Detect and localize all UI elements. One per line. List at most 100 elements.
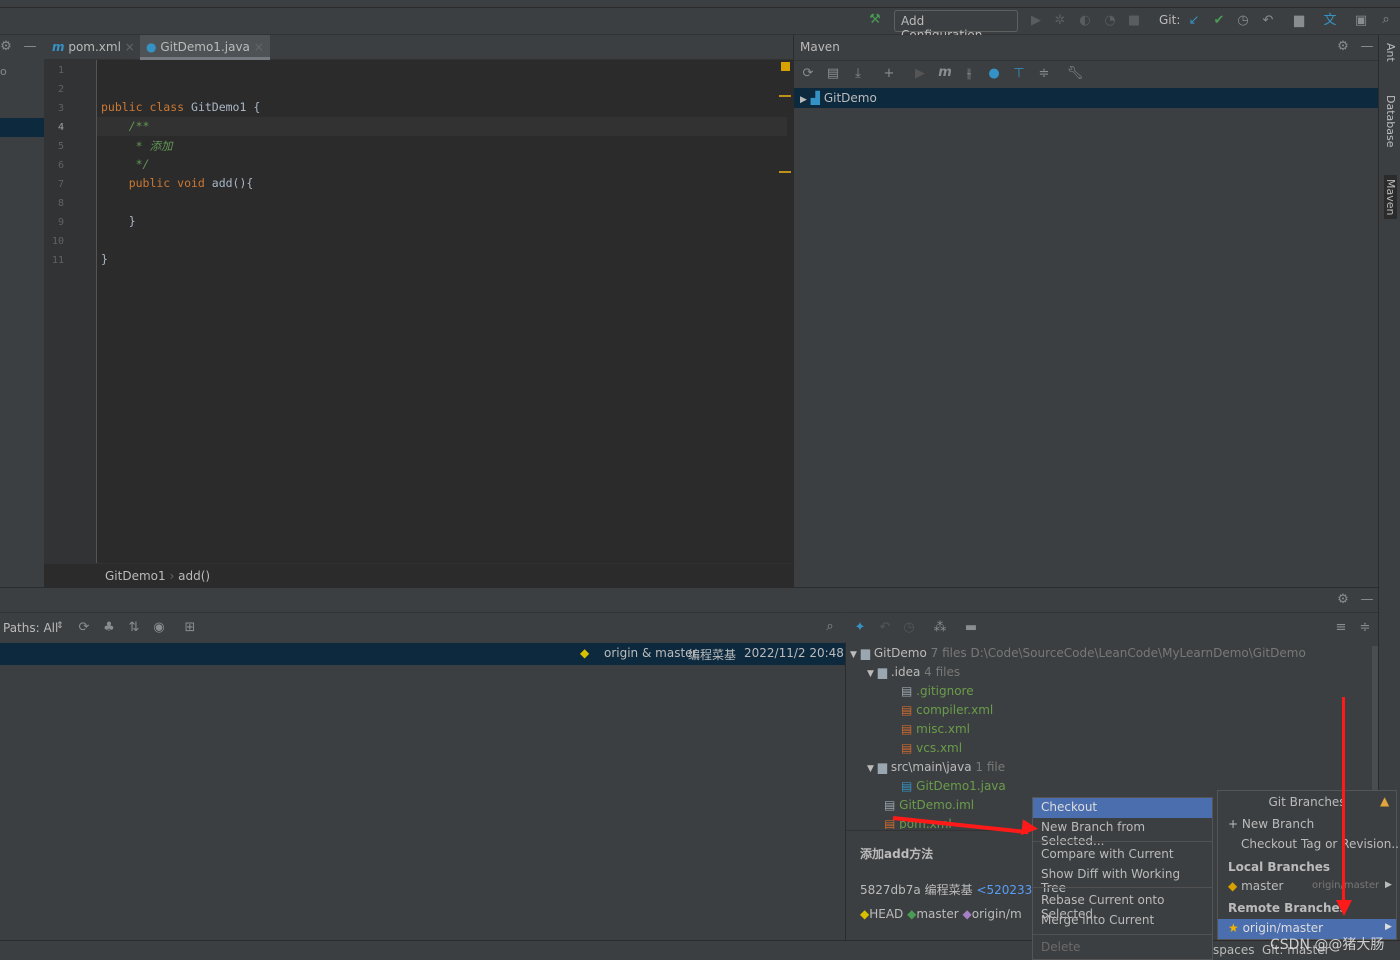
show-dependencies-icon[interactable]: ⊤: [1010, 66, 1028, 82]
menu-item-rebase[interactable]: Rebase Current onto Selected: [1033, 891, 1212, 921]
cherry-pick-icon[interactable]: ♣: [100, 620, 118, 636]
preview-icon[interactable]: ▬: [962, 620, 980, 636]
gear-icon[interactable]: ⚙: [1334, 39, 1352, 55]
expand-arrow-icon[interactable]: ▶: [800, 95, 807, 105]
line-number: 9: [57, 217, 64, 228]
annotation-arrow: [1342, 697, 1345, 902]
git-update-icon[interactable]: ↙: [1185, 13, 1203, 29]
close-icon[interactable]: ×: [254, 40, 264, 54]
tab-pom-xml[interactable]: m pom.xml ×: [46, 35, 141, 60]
download-icon[interactable]: ⤓: [849, 66, 867, 82]
breadcrumb: GitDemo1 › add(): [44, 563, 793, 587]
collapse-all-icon[interactable]: ≑: [1035, 66, 1053, 82]
error-stripe-mark[interactable]: [779, 95, 791, 97]
project-selected-row[interactable]: [0, 118, 44, 137]
paths-filter[interactable]: Paths: All: [3, 621, 58, 635]
rollback-icon[interactable]: ↶: [1259, 13, 1277, 29]
skip-tests-icon[interactable]: ⫳: [960, 66, 978, 82]
refresh-icon[interactable]: ⟳: [75, 620, 93, 636]
warning-icon[interactable]: ▲: [1380, 794, 1389, 808]
tree-file[interactable]: ▤ GitDemo.iml: [884, 798, 974, 812]
xml-file-icon: ▤: [901, 722, 913, 736]
checkout-tag-item[interactable]: Checkout Tag or Revision...: [1218, 835, 1400, 855]
local-branch-master[interactable]: ◆ master origin/master ▶: [1218, 877, 1396, 897]
search-icon[interactable]: ⌕: [821, 619, 839, 635]
tree-file[interactable]: ▤ vcs.xml: [901, 741, 962, 755]
git-log-area[interactable]: [0, 665, 845, 940]
new-tab-icon[interactable]: ⊞: [181, 620, 199, 636]
scrollbar[interactable]: [1372, 646, 1378, 796]
tree-file[interactable]: ▤ compiler.xml: [901, 703, 993, 717]
tool-window-database[interactable]: Database: [1384, 95, 1397, 148]
tag-icon: ◆: [962, 907, 972, 921]
menu-item-show-diff[interactable]: Show Diff with Working Tree: [1033, 865, 1212, 895]
maven-goal-icon[interactable]: m: [936, 65, 954, 81]
minimize-icon[interactable]: —: [1358, 39, 1376, 55]
java-class-icon: ●: [146, 40, 157, 54]
tree-folder[interactable]: ▼ ▆ .idea 4 files: [867, 665, 960, 679]
warning-marker-icon[interactable]: [781, 62, 790, 71]
line-number: 3: [57, 103, 64, 114]
tab-gitdemo1-java[interactable]: ● GitDemo1.java ×: [140, 35, 270, 60]
tab-label: pom.xml: [68, 40, 121, 54]
gear-icon[interactable]: ⚙: [1334, 592, 1352, 608]
build-hammer-icon[interactable]: ⚒: [866, 12, 884, 28]
sort-icon[interactable]: ⇅: [125, 620, 143, 636]
add-icon[interactable]: +: [880, 66, 898, 82]
commit-row[interactable]: ◆ origin & master 编程菜基 2022/11/2 20:48: [0, 643, 845, 665]
coverage-icon[interactable]: ◐: [1076, 13, 1094, 29]
add-configuration-button[interactable]: Add Configuration...: [894, 10, 1018, 42]
history-icon[interactable]: ◷: [900, 620, 918, 636]
translate-icon[interactable]: 文: [1321, 13, 1339, 29]
new-branch-item[interactable]: + New Branch: [1218, 815, 1396, 835]
presentation-icon[interactable]: ▣: [1352, 13, 1370, 29]
collapse-all-icon[interactable]: ≑: [1356, 620, 1374, 636]
tree-folder[interactable]: ▼ ▆ src\main\java 1 file: [867, 760, 1005, 774]
close-icon[interactable]: ×: [125, 40, 135, 54]
tool-window-ant[interactable]: Ant: [1384, 43, 1397, 62]
tree-file[interactable]: ▤ .gitignore: [901, 684, 974, 698]
submenu-arrow-icon: ▶: [1385, 922, 1392, 932]
settings-wrench-icon[interactable]: 🔧︎: [1066, 66, 1084, 82]
breadcrumb-item[interactable]: add(): [178, 569, 210, 583]
tree-file[interactable]: ▤ GitDemo1.java: [901, 779, 1006, 793]
commit-details: 添加add方法 5827db7a 编程菜基 <5202330+ ◆HEAD ◆m…: [845, 830, 1050, 940]
profile-icon[interactable]: ◔: [1101, 13, 1119, 29]
menu-item-compare[interactable]: Compare with Current: [1033, 845, 1212, 865]
line-number: 1: [57, 65, 64, 76]
line-number: 5: [57, 141, 64, 152]
search-icon[interactable]: ⌕: [1377, 12, 1395, 28]
generate-sources-icon[interactable]: ▤: [824, 66, 842, 82]
group-by-icon[interactable]: ⁂: [931, 620, 949, 636]
menu-item-new-branch[interactable]: New Branch from Selected...: [1033, 818, 1212, 848]
error-stripe-mark[interactable]: [779, 171, 791, 173]
minimize-icon[interactable]: —: [1358, 592, 1376, 608]
indent-status[interactable]: spaces: [1213, 943, 1254, 957]
project-structure-icon[interactable]: ▆: [1290, 13, 1308, 29]
minimize-icon[interactable]: —: [21, 39, 39, 55]
code-line: * 添加: [101, 139, 173, 153]
history-icon[interactable]: ◷: [1234, 13, 1252, 29]
tool-window-maven[interactable]: Maven: [1384, 175, 1397, 220]
local-branches-header: Local Branches: [1228, 860, 1331, 874]
offline-icon[interactable]: ●: [985, 66, 1003, 82]
tree-root[interactable]: ▼ ▆ GitDemo 7 files D:\Code\SourceCode\L…: [850, 646, 1306, 660]
commit-hash[interactable]: 5827db7a: [860, 883, 921, 897]
menu-item-checkout[interactable]: Checkout: [1033, 798, 1212, 818]
debug-icon[interactable]: ✲: [1051, 13, 1069, 29]
run-icon[interactable]: ▶: [911, 66, 929, 82]
watermark: CSDN @@猪大肠: [1270, 937, 1385, 953]
revert-icon[interactable]: ↶: [876, 620, 894, 636]
breadcrumb-item[interactable]: GitDemo1: [105, 569, 166, 583]
expand-all-icon[interactable]: ≡: [1332, 620, 1350, 636]
git-commit-icon[interactable]: ✔: [1210, 13, 1228, 29]
reload-icon[interactable]: ⟳: [799, 66, 817, 82]
run-icon[interactable]: ▶: [1027, 13, 1045, 29]
maven-project-row[interactable]: ▶ ▟ GitDemo: [794, 88, 1379, 108]
menu-item-merge[interactable]: Merge into Current: [1033, 911, 1212, 931]
show-diff-icon[interactable]: ✦: [851, 620, 869, 636]
stop-icon[interactable]: ■: [1125, 13, 1143, 29]
gear-icon[interactable]: ⚙: [0, 39, 15, 55]
tree-file[interactable]: ▤ misc.xml: [901, 722, 970, 736]
eye-icon[interactable]: ◉: [150, 620, 168, 636]
